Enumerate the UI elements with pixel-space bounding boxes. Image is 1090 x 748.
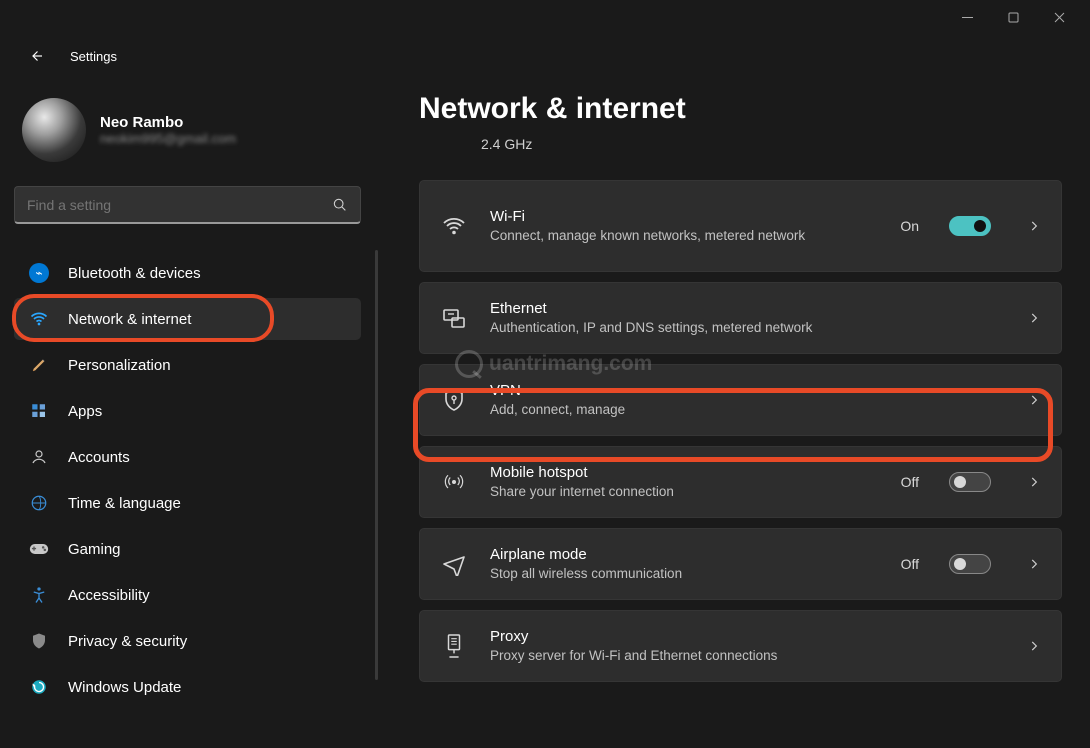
nav-list: ⌁ Bluetooth & devices Network & internet…: [14, 252, 361, 708]
window-close-button[interactable]: [1036, 2, 1082, 32]
paintbrush-icon: [28, 354, 50, 376]
globe-clock-icon: [28, 492, 50, 514]
chevron-right-icon: [1027, 311, 1041, 325]
nav-item-label: Privacy & security: [68, 633, 187, 650]
airplane-toggle[interactable]: [949, 554, 991, 574]
hotspot-icon: [440, 470, 468, 494]
nav-item-privacy[interactable]: Privacy & security: [14, 620, 361, 662]
hotspot-state-label: Off: [901, 474, 919, 490]
shield-icon: [28, 630, 50, 652]
accessibility-icon: [28, 584, 50, 606]
nav-item-label: Personalization: [68, 357, 171, 374]
nav-item-label: Windows Update: [68, 679, 181, 696]
status-subline: 2.4 GHz: [481, 136, 1062, 152]
gamepad-icon: [28, 538, 50, 560]
content-area: Network & internet 2.4 GHz Wi-Fi Connect…: [375, 78, 1090, 748]
chevron-right-icon: [1027, 219, 1041, 233]
card-desc: Share your internet connection: [490, 483, 879, 501]
nav-item-label: Accessibility: [68, 587, 150, 604]
wifi-state-label: On: [900, 218, 919, 234]
card-desc: Stop all wireless communication: [490, 565, 879, 583]
nav-item-network[interactable]: Network & internet: [14, 298, 361, 340]
accounts-icon: [28, 446, 50, 468]
nav-item-apps[interactable]: Apps: [14, 390, 361, 432]
card-airplane-mode[interactable]: Airplane mode Stop all wireless communic…: [419, 528, 1062, 600]
proxy-icon: [440, 633, 468, 659]
profile-name: Neo Rambo: [100, 114, 236, 131]
bluetooth-icon: ⌁: [28, 262, 50, 284]
app-title: Settings: [70, 49, 117, 64]
card-wifi[interactable]: Wi-Fi Connect, manage known networks, me…: [419, 180, 1062, 272]
card-proxy[interactable]: Proxy Proxy server for Wi-Fi and Etherne…: [419, 610, 1062, 682]
window-minimize-button[interactable]: [944, 2, 990, 32]
search-box[interactable]: [14, 186, 361, 224]
nav-item-label: Accounts: [68, 449, 130, 466]
avatar: [22, 98, 86, 162]
card-desc: Connect, manage known networks, metered …: [490, 227, 878, 245]
card-vpn[interactable]: VPN Add, connect, manage: [419, 364, 1062, 436]
ethernet-icon: [440, 306, 468, 330]
page-title: Network & internet: [419, 92, 1062, 126]
hotspot-toggle[interactable]: [949, 472, 991, 492]
nav-item-time-language[interactable]: Time & language: [14, 482, 361, 524]
card-title: VPN: [490, 382, 991, 399]
window-maximize-button[interactable]: [990, 2, 1036, 32]
card-title: Airplane mode: [490, 546, 879, 563]
card-title: Proxy: [490, 628, 991, 645]
nav-item-accounts[interactable]: Accounts: [14, 436, 361, 478]
wifi-icon: [28, 308, 50, 330]
header: Settings: [0, 34, 1090, 78]
chevron-right-icon: [1027, 639, 1041, 653]
update-icon: [28, 676, 50, 698]
nav-item-label: Bluetooth & devices: [68, 265, 201, 282]
nav-item-bluetooth[interactable]: ⌁ Bluetooth & devices: [14, 252, 361, 294]
back-button[interactable]: [20, 40, 52, 72]
wifi-toggle[interactable]: [949, 216, 991, 236]
nav-item-personalization[interactable]: Personalization: [14, 344, 361, 386]
nav-item-gaming[interactable]: Gaming: [14, 528, 361, 570]
card-title: Ethernet: [490, 300, 991, 317]
nav-item-label: Gaming: [68, 541, 121, 558]
apps-icon: [28, 400, 50, 422]
nav-item-accessibility[interactable]: Accessibility: [14, 574, 361, 616]
airplane-icon: [440, 552, 468, 576]
card-title: Wi-Fi: [490, 208, 878, 225]
window-titlebar: [0, 0, 1090, 34]
profile-block[interactable]: Neo Rambo neokim995@gmail.com: [14, 90, 361, 180]
nav-item-label: Network & internet: [68, 311, 191, 328]
search-input[interactable]: [27, 197, 324, 213]
chevron-right-icon: [1027, 393, 1041, 407]
vpn-shield-icon: [440, 388, 468, 412]
card-desc: Authentication, IP and DNS settings, met…: [490, 319, 991, 337]
nav-item-label: Apps: [68, 403, 102, 420]
wifi-icon: [440, 214, 468, 238]
nav-item-label: Time & language: [68, 495, 181, 512]
card-desc: Proxy server for Wi-Fi and Ethernet conn…: [490, 647, 991, 665]
sidebar: Neo Rambo neokim995@gmail.com ⌁ Bluetoot…: [0, 78, 375, 748]
nav-item-windows-update[interactable]: Windows Update: [14, 666, 361, 708]
chevron-right-icon: [1027, 475, 1041, 489]
card-title: Mobile hotspot: [490, 464, 879, 481]
airplane-state-label: Off: [901, 556, 919, 572]
search-icon: [332, 197, 348, 213]
chevron-right-icon: [1027, 557, 1041, 571]
card-ethernet[interactable]: Ethernet Authentication, IP and DNS sett…: [419, 282, 1062, 354]
card-desc: Add, connect, manage: [490, 401, 991, 419]
card-mobile-hotspot[interactable]: Mobile hotspot Share your internet conne…: [419, 446, 1062, 518]
profile-email: neokim995@gmail.com: [100, 131, 236, 146]
